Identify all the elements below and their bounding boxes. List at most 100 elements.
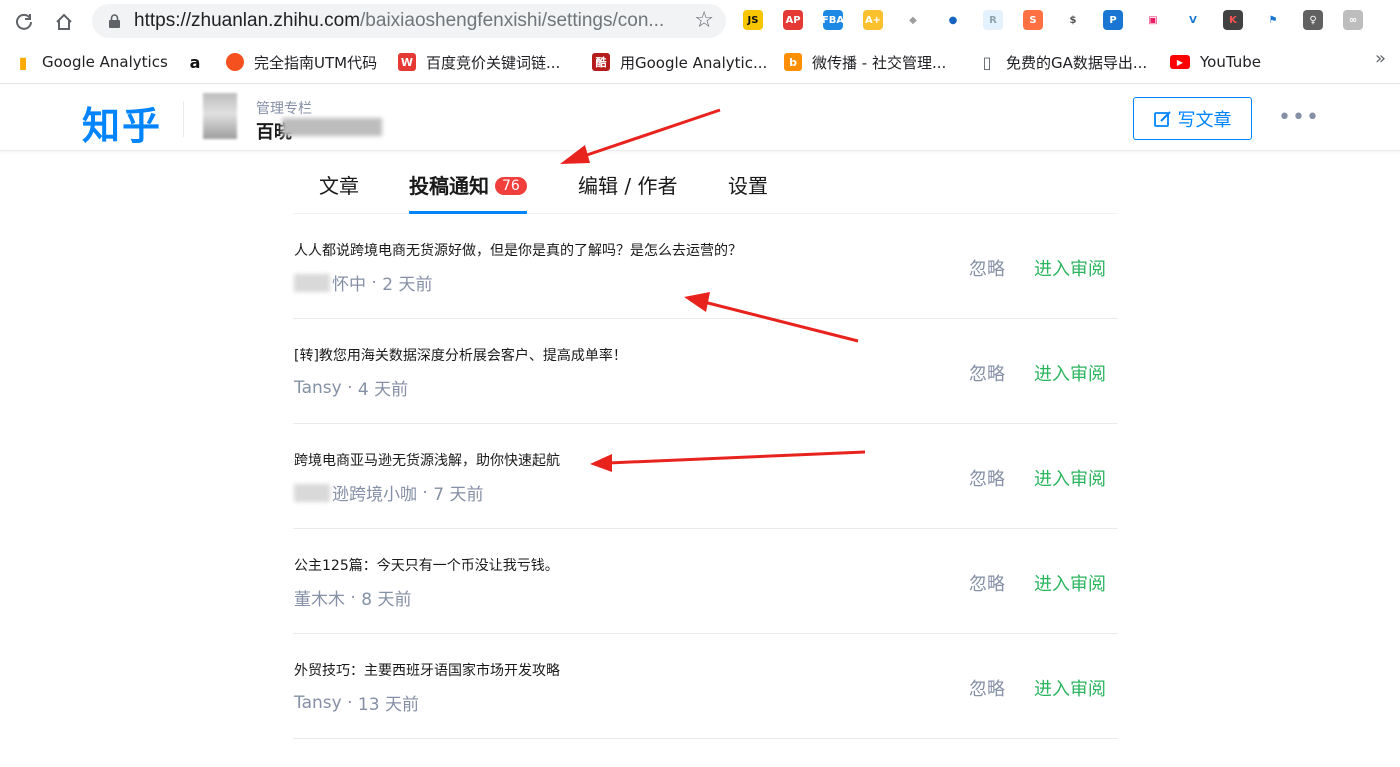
submission-title[interactable]: 跨境电商亚马逊无货源浅解，助你快速起航 [294,450,560,470]
author-redacted [294,483,330,502]
author-redacted [294,273,330,292]
amazon-icon: a [186,53,204,72]
zhihu-logo[interactable]: 知乎 [82,95,162,150]
extension-icon[interactable]: FBA [822,10,844,30]
bookmark-label: 完全指南UTM代码 [254,53,378,72]
submission-list: 人人都说跨境电商无货源好做，但是你是真的了解吗？是怎么去运营的？ 怀中 · 2 天… [293,214,1118,739]
home-icon[interactable] [50,8,78,36]
browser-toolbar: https://zhuanlan.zhihu.com/baixiaoshengf… [0,0,1400,42]
bookmark-label: 用Google Analytic... [620,53,768,72]
submission-author[interactable]: 怀中 [332,270,366,295]
submission-row: 人人都说跨境电商无货源好做，但是你是真的了解吗？是怎么去运营的？ 怀中 · 2 天… [293,214,1118,319]
submission-time: 7 天前 [433,485,484,505]
ignore-button[interactable]: 忽略 [969,255,1005,281]
youtube-icon: ▶ [1170,55,1190,69]
submission-meta: 董木木 · 8 天前 [294,585,412,611]
header-divider [183,101,184,137]
site-header: 知乎 管理专栏 百晓 写文章 ••• [0,85,1400,151]
submission-meta: Tansy · 13 天前 [294,690,419,716]
bookmark-item[interactable]: W 百度竞价关键词链... [398,50,560,74]
review-button[interactable]: 进入审阅 [1034,360,1106,386]
extension-icon[interactable]: ⚑ [1263,10,1283,30]
lock-icon [109,14,120,28]
bookmark-item[interactable]: ● 完全指南UTM代码 [226,50,377,74]
tab-articles[interactable]: 文章 [319,170,359,214]
submission-row: 外贸技巧：主要西班牙语国家市场开发攻略 Tansy · 13 天前 忽略 进入审阅 [293,634,1118,739]
bookmarks-bar: ▮ Google Analytics a ● 完全指南UTM代码 W 百度竞价关键词链...… [0,46,1400,78]
write-article-label: 写文章 [1177,109,1232,131]
extension-icon[interactable]: $ [1063,10,1083,30]
w-icon: W [398,53,416,71]
meta-separator: · [341,377,358,398]
review-button[interactable]: 进入审阅 [1034,675,1106,701]
tab-submissions[interactable]: 投稿通知 76 [409,170,527,214]
review-button[interactable]: 进入审阅 [1034,570,1106,596]
bookmark-item[interactable]: 酷用Google Analytic... [592,50,767,74]
bookmark-item[interactable]: b 微传播 - 社交管理... [784,50,946,74]
meta-separator: · [341,692,358,713]
extension-icon[interactable]: A+ [863,10,883,30]
b-icon: b [784,53,802,71]
extension-icon[interactable]: ♀ [1303,10,1323,30]
ignore-button[interactable]: 忽略 [969,570,1005,596]
browser-chrome: https://zhuanlan.zhihu.com/baixiaoshengf… [0,0,1400,84]
bookmark-label: YouTube [1200,53,1261,71]
submission-author[interactable]: 逊跨境小咖 [332,480,417,505]
review-button[interactable]: 进入审阅 [1034,255,1106,281]
write-article-button[interactable]: 写文章 [1133,97,1252,140]
settings-tabs: 文章 投稿通知 76 编辑 / 作者 设置 [293,152,1118,214]
submission-title[interactable]: 外贸技巧：主要西班牙语国家市场开发攻略 [294,660,560,680]
page-icon: ▯ [978,53,996,72]
meta-separator: · [417,482,434,503]
extension-icon[interactable]: ◆ [903,10,923,30]
submission-author[interactable]: Tansy [294,693,342,713]
bookmark-item[interactable]: a [186,50,214,74]
column-subtitle: 管理专栏 [256,101,312,117]
meta-separator: · [366,272,383,293]
ignore-button[interactable]: 忽略 [969,360,1005,386]
column-avatar[interactable] [203,93,237,139]
circle-icon: ● [226,53,244,71]
bookmark-label: 百度竞价关键词链... [426,53,561,72]
submission-meta: 逊跨境小咖 · 7 天前 [294,480,483,505]
tab-settings[interactable]: 设置 [728,170,768,214]
submission-time: 13 天前 [357,695,419,715]
ignore-button[interactable]: 忽略 [969,465,1005,491]
bookmark-star-icon[interactable]: ☆ [694,8,714,33]
extension-icon[interactable]: JS [743,10,763,30]
extension-icon[interactable]: ∞ [1343,10,1363,30]
bookmark-item[interactable]: ▶ YouTube [1170,50,1261,74]
bookmark-item[interactable]: ▮ Google Analytics [14,50,168,74]
submission-row: 公主125篇：今天只有一个币没让我亏钱。董木木 · 8 天前 忽略 进入审阅 [293,529,1118,634]
extension-icon[interactable]: ▣ [1143,10,1163,30]
extension-icon[interactable]: S [1023,10,1043,30]
extension-icon[interactable]: P [1103,10,1123,30]
review-button[interactable]: 进入审阅 [1034,465,1106,491]
extension-icon[interactable]: ● [943,10,963,30]
extension-icon[interactable]: R [983,10,1003,30]
url-text: https://zhuanlan.zhihu.com/baixiaoshengf… [134,10,665,31]
bookmark-label: Google Analytics [42,53,168,71]
edit-icon [1153,110,1171,127]
reload-icon[interactable] [10,8,38,36]
submission-author[interactable]: Tansy [294,378,342,398]
tab-editors-authors[interactable]: 编辑 / 作者 [578,170,677,214]
address-bar[interactable]: https://zhuanlan.zhihu.com/baixiaoshengf… [92,4,726,38]
ignore-button[interactable]: 忽略 [969,675,1005,701]
meta-separator: · [345,587,362,608]
bookmark-item[interactable]: ▯ 免费的GA数据导出... [978,50,1147,74]
submission-time: 8 天前 [361,590,412,610]
bookmarks-overflow-icon[interactable]: » [1375,48,1386,69]
extension-icon[interactable]: AP [783,10,803,30]
submission-author[interactable]: 董木木 [294,585,345,610]
submission-time: 2 天前 [382,275,433,295]
extension-icon[interactable]: V [1183,10,1203,30]
more-options-icon[interactable]: ••• [1278,105,1320,130]
submission-row: [转]教您用海关数据深度分析展会客户、提高成单率！ Tansy · 4 天前 忽略 进… [293,319,1118,424]
bookmark-label: 微传播 - 社交管理... [812,53,947,72]
submission-title[interactable]: 人人都说跨境电商无货源好做，但是你是真的了解吗？是怎么去运营的？ [294,240,742,260]
extension-icon[interactable]: K [1223,10,1243,30]
submission-title[interactable]: 公主125篇：今天只有一个币没让我亏钱。 [294,555,559,575]
submission-title[interactable]: [转]教您用海关数据深度分析展会客户、提高成单率！ [294,345,627,365]
submission-meta: 怀中 · 2 天前 [294,270,432,295]
